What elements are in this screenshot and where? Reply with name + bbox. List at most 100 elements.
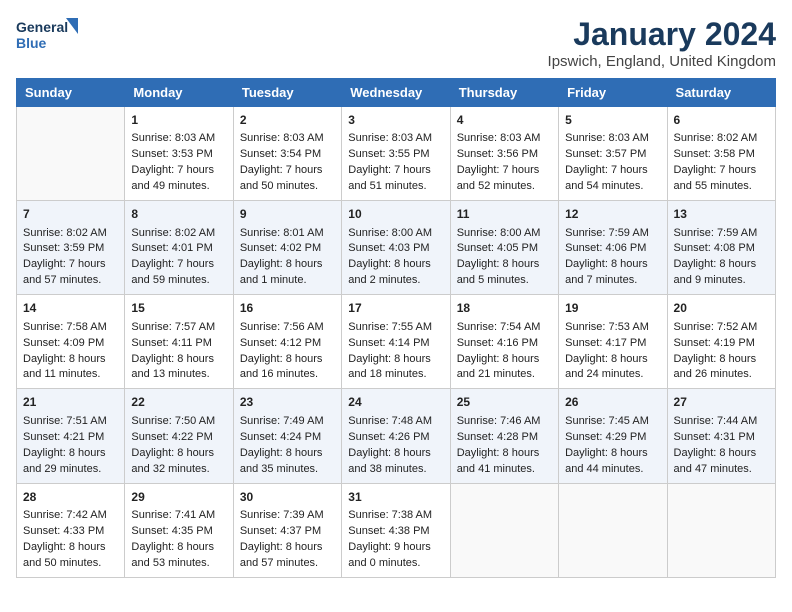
- day-info: and 50 minutes.: [23, 556, 118, 572]
- calendar-week-row: 28Sunrise: 7:42 AMSunset: 4:33 PMDayligh…: [17, 483, 776, 577]
- page-title: January 2024: [548, 16, 776, 53]
- day-info: and 49 minutes.: [131, 179, 226, 195]
- day-info: Sunrise: 7:38 AM: [348, 508, 443, 524]
- day-info: Sunset: 4:24 PM: [240, 430, 335, 446]
- day-number: 15: [131, 300, 226, 317]
- header-monday: Monday: [125, 79, 233, 107]
- day-number: 1: [131, 112, 226, 129]
- day-info: Daylight: 7 hours: [348, 163, 443, 179]
- calendar-cell: 29Sunrise: 7:41 AMSunset: 4:35 PMDayligh…: [125, 483, 233, 577]
- day-info: Sunrise: 7:56 AM: [240, 320, 335, 336]
- day-info: and 13 minutes.: [131, 367, 226, 383]
- day-info: and 54 minutes.: [565, 179, 660, 195]
- day-info: and 38 minutes.: [348, 462, 443, 478]
- day-info: Sunrise: 8:01 AM: [240, 226, 335, 242]
- day-info: Daylight: 7 hours: [23, 257, 118, 273]
- day-info: Sunset: 4:08 PM: [674, 241, 769, 257]
- day-info: Daylight: 8 hours: [23, 540, 118, 556]
- logo: General Blue: [16, 16, 86, 58]
- day-info: Sunset: 4:28 PM: [457, 430, 552, 446]
- day-info: and 35 minutes.: [240, 462, 335, 478]
- day-info: Sunrise: 8:03 AM: [240, 131, 335, 147]
- day-info: Sunrise: 8:03 AM: [348, 131, 443, 147]
- calendar-cell: 6Sunrise: 8:02 AMSunset: 3:58 PMDaylight…: [667, 107, 775, 201]
- day-info: and 11 minutes.: [23, 367, 118, 383]
- day-number: 11: [457, 206, 552, 223]
- day-info: Daylight: 8 hours: [348, 446, 443, 462]
- day-info: Sunset: 4:26 PM: [348, 430, 443, 446]
- calendar-cell: 4Sunrise: 8:03 AMSunset: 3:56 PMDaylight…: [450, 107, 558, 201]
- logo-svg: General Blue: [16, 16, 86, 58]
- day-info: and 52 minutes.: [457, 179, 552, 195]
- calendar-table: Sunday Monday Tuesday Wednesday Thursday…: [16, 78, 776, 578]
- day-info: Sunrise: 7:45 AM: [565, 414, 660, 430]
- day-info: Sunrise: 8:03 AM: [457, 131, 552, 147]
- calendar-cell: 2Sunrise: 8:03 AMSunset: 3:54 PMDaylight…: [233, 107, 341, 201]
- day-info: Daylight: 8 hours: [674, 446, 769, 462]
- day-info: and 59 minutes.: [131, 273, 226, 289]
- day-info: Daylight: 8 hours: [565, 352, 660, 368]
- day-info: and 7 minutes.: [565, 273, 660, 289]
- day-info: Sunrise: 7:48 AM: [348, 414, 443, 430]
- calendar-cell: 17Sunrise: 7:55 AMSunset: 4:14 PMDayligh…: [342, 295, 450, 389]
- day-info: Sunrise: 7:39 AM: [240, 508, 335, 524]
- day-info: Sunset: 4:37 PM: [240, 524, 335, 540]
- day-number: 12: [565, 206, 660, 223]
- day-info: Sunset: 4:14 PM: [348, 336, 443, 352]
- day-info: Sunset: 4:05 PM: [457, 241, 552, 257]
- day-number: 21: [23, 394, 118, 411]
- page-header: General Blue January 2024 Ipswich, Engla…: [16, 16, 776, 70]
- svg-text:General: General: [16, 19, 68, 35]
- day-info: and 24 minutes.: [565, 367, 660, 383]
- header-thursday: Thursday: [450, 79, 558, 107]
- page-subtitle: Ipswich, England, United Kingdom: [548, 53, 776, 70]
- day-info: Daylight: 8 hours: [457, 257, 552, 273]
- day-number: 5: [565, 112, 660, 129]
- calendar-cell: 22Sunrise: 7:50 AMSunset: 4:22 PMDayligh…: [125, 389, 233, 483]
- day-info: Daylight: 8 hours: [131, 540, 226, 556]
- calendar-cell: 23Sunrise: 7:49 AMSunset: 4:24 PMDayligh…: [233, 389, 341, 483]
- day-info: and 50 minutes.: [240, 179, 335, 195]
- day-info: Sunrise: 7:49 AM: [240, 414, 335, 430]
- day-info: Sunrise: 7:58 AM: [23, 320, 118, 336]
- day-number: 23: [240, 394, 335, 411]
- calendar-cell: 8Sunrise: 8:02 AMSunset: 4:01 PMDaylight…: [125, 201, 233, 295]
- calendar-cell: 15Sunrise: 7:57 AMSunset: 4:11 PMDayligh…: [125, 295, 233, 389]
- day-info: and 21 minutes.: [457, 367, 552, 383]
- day-info: Daylight: 8 hours: [457, 446, 552, 462]
- day-info: Sunset: 4:12 PM: [240, 336, 335, 352]
- day-info: and 9 minutes.: [674, 273, 769, 289]
- calendar-cell: [559, 483, 667, 577]
- day-info: and 41 minutes.: [457, 462, 552, 478]
- day-info: and 51 minutes.: [348, 179, 443, 195]
- calendar-cell: 30Sunrise: 7:39 AMSunset: 4:37 PMDayligh…: [233, 483, 341, 577]
- day-info: Sunset: 4:11 PM: [131, 336, 226, 352]
- day-number: 29: [131, 489, 226, 506]
- calendar-cell: 25Sunrise: 7:46 AMSunset: 4:28 PMDayligh…: [450, 389, 558, 483]
- svg-text:Blue: Blue: [16, 35, 47, 51]
- calendar-week-row: 14Sunrise: 7:58 AMSunset: 4:09 PMDayligh…: [17, 295, 776, 389]
- day-info: Sunrise: 7:52 AM: [674, 320, 769, 336]
- day-info: Sunset: 4:19 PM: [674, 336, 769, 352]
- day-info: Sunset: 4:33 PM: [23, 524, 118, 540]
- day-info: and 44 minutes.: [565, 462, 660, 478]
- day-info: Sunrise: 8:00 AM: [457, 226, 552, 242]
- calendar-cell: [17, 107, 125, 201]
- day-number: 8: [131, 206, 226, 223]
- day-info: Sunrise: 7:42 AM: [23, 508, 118, 524]
- header-friday: Friday: [559, 79, 667, 107]
- calendar-cell: 19Sunrise: 7:53 AMSunset: 4:17 PMDayligh…: [559, 295, 667, 389]
- day-info: Sunset: 4:31 PM: [674, 430, 769, 446]
- day-info: Daylight: 8 hours: [23, 446, 118, 462]
- calendar-week-row: 21Sunrise: 7:51 AMSunset: 4:21 PMDayligh…: [17, 389, 776, 483]
- day-number: 2: [240, 112, 335, 129]
- day-info: Sunset: 3:57 PM: [565, 147, 660, 163]
- day-info: Sunrise: 8:00 AM: [348, 226, 443, 242]
- day-info: Sunrise: 7:54 AM: [457, 320, 552, 336]
- day-info: Daylight: 7 hours: [565, 163, 660, 179]
- day-info: and 57 minutes.: [240, 556, 335, 572]
- calendar-week-row: 7Sunrise: 8:02 AMSunset: 3:59 PMDaylight…: [17, 201, 776, 295]
- day-info: Daylight: 7 hours: [457, 163, 552, 179]
- day-info: Daylight: 7 hours: [240, 163, 335, 179]
- calendar-cell: 13Sunrise: 7:59 AMSunset: 4:08 PMDayligh…: [667, 201, 775, 295]
